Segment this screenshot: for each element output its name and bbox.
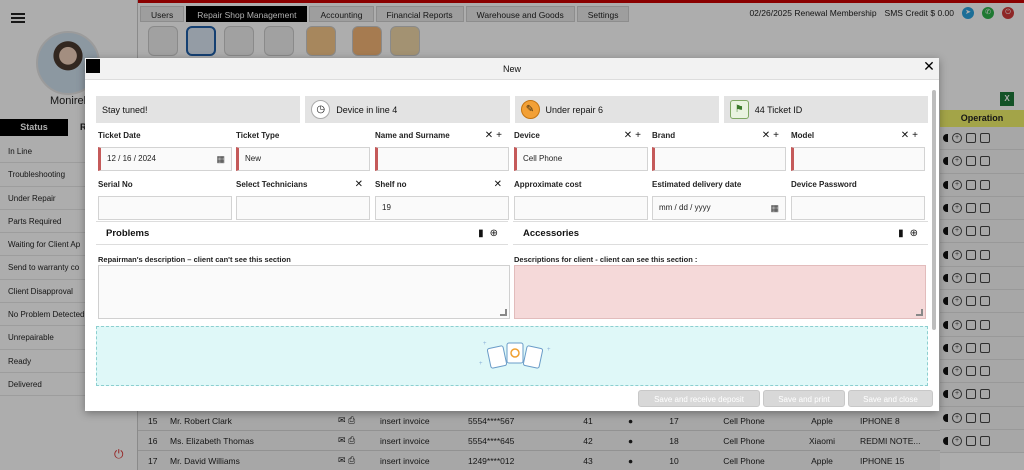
close-icon[interactable]: ✕ [922,59,936,73]
svg-text:+: + [479,361,483,367]
ticket-type-select[interactable]: New [236,147,370,171]
modal-header: New ✕ [85,58,939,80]
clock-icon: ◷ [311,100,331,119]
field-brand: Brand ✕+ [652,130,786,171]
label-serial-no: Serial No [98,180,133,189]
card-ticket-id: ⚑ 44 Ticket ID [723,96,928,123]
svg-text:+: + [547,347,551,353]
save-receive-deposit-button[interactable]: Save and receive deposit [638,390,760,407]
accessories-section: Accessories ▮ ⊕ [513,221,928,245]
field-device: Device ✕+ Cell Phone [514,130,648,171]
resize-handle-icon[interactable] [916,309,923,316]
clear-icon[interactable]: ✕ [355,179,366,190]
save-print-button[interactable]: Save and print [763,390,845,407]
label-delivery-date: Estimated delivery date [652,180,742,189]
field-technicians: Select Technicians ✕ [236,179,370,220]
label-technicians: Select Technicians [236,180,308,189]
wrench-icon: ✎ [520,100,540,119]
field-ticket-date: Ticket Date 12 / 16 / 2024 ▦ [98,131,232,171]
problems-section: Problems ▮ ⊕ [96,221,508,245]
field-shelf-no: Shelf no ✕ 19 [375,179,509,220]
delivery-date-input[interactable]: mm / dd / yyyy ▦ [652,196,786,220]
field-serial-no: Serial No [98,180,232,220]
name-surname-input[interactable] [375,147,509,171]
model-select[interactable] [791,147,925,171]
clear-icon[interactable]: ✕ [494,179,505,190]
save-close-button[interactable]: Save and close [848,390,933,407]
field-delivery-date: Estimated delivery date mm / dd / yyyy ▦ [652,180,786,220]
field-approx-cost: Approximate cost [514,180,648,220]
status-cards: Stay tuned! ◷ Device in line 4 ✎ Under rep… [96,96,928,123]
new-ticket-modal: New ✕ Stay tuned! ◷ Device in line 4 ✎ Und… [85,58,939,411]
device-password-input[interactable] [791,196,925,220]
device-select[interactable]: Cell Phone [514,147,648,171]
label-ticket-type: Ticket Type [236,131,280,140]
modal-scrollbar[interactable] [931,80,937,365]
card-label: 44 Ticket ID [754,104,803,115]
clear-add-icons[interactable]: ✕+ [624,130,644,141]
repairman-desc-label: Repairman's description – client can't s… [98,255,291,264]
client-desc-label: Descriptions for client - client can see… [514,255,698,264]
label-shelf-no: Shelf no [375,180,407,189]
shelf-no-select[interactable]: 19 [375,196,509,220]
field-name-surname: Name and Surname ✕+ [375,130,509,171]
label-device-password: Device Password [791,180,857,189]
footer-buttons: Save and receive deposit Save and print … [638,390,933,407]
upload-files-icon: + + + [479,341,551,369]
calendar-icon[interactable]: ▦ [216,148,225,170]
ticket-date-input[interactable]: 12 / 16 / 2024 ▦ [98,147,232,171]
bookmark-icon[interactable]: ▮ [478,228,484,239]
card-label: Device in line 4 [336,104,398,115]
client-desc-textarea[interactable] [514,265,926,319]
technicians-select[interactable] [236,196,370,220]
zoom-icon[interactable]: ⊕ [910,228,918,239]
accessories-title: Accessories [523,227,579,239]
clear-add-icons[interactable]: ✕+ [485,130,505,141]
label-approx-cost: Approximate cost [514,180,582,189]
siren-icon: ⚑ [729,100,749,119]
clear-add-icons[interactable]: ✕+ [901,130,921,141]
calendar-icon[interactable]: ▦ [770,197,779,219]
card-device-in-line: ◷ Device in line 4 [305,96,510,123]
bookmark-icon[interactable]: ▮ [898,228,904,239]
card-label: Under repair 6 [545,104,604,115]
scrollbar-thumb[interactable] [932,90,936,330]
card-under-repair: ✎ Under repair 6 [514,96,719,123]
resize-handle-icon[interactable] [500,309,507,316]
modal-title: New [502,64,521,74]
repairman-desc-textarea[interactable] [98,265,510,319]
file-dropzone[interactable]: + + + [96,326,928,386]
clear-add-icons[interactable]: ✕+ [762,130,782,141]
card-label: Stay tuned! [102,104,148,115]
field-model: Model ✕+ [791,130,925,171]
field-ticket-type: Ticket Type New [236,131,370,171]
serial-no-input[interactable] [98,196,232,220]
zoom-icon[interactable]: ⊕ [490,228,498,239]
svg-text:+: + [483,341,487,347]
brand-select[interactable] [652,147,786,171]
field-device-password: Device Password [791,180,925,220]
problems-title: Problems [106,227,150,239]
label-ticket-date: Ticket Date [98,131,141,140]
approx-cost-input[interactable] [514,196,648,220]
card-stay-tuned: Stay tuned! [96,96,301,123]
